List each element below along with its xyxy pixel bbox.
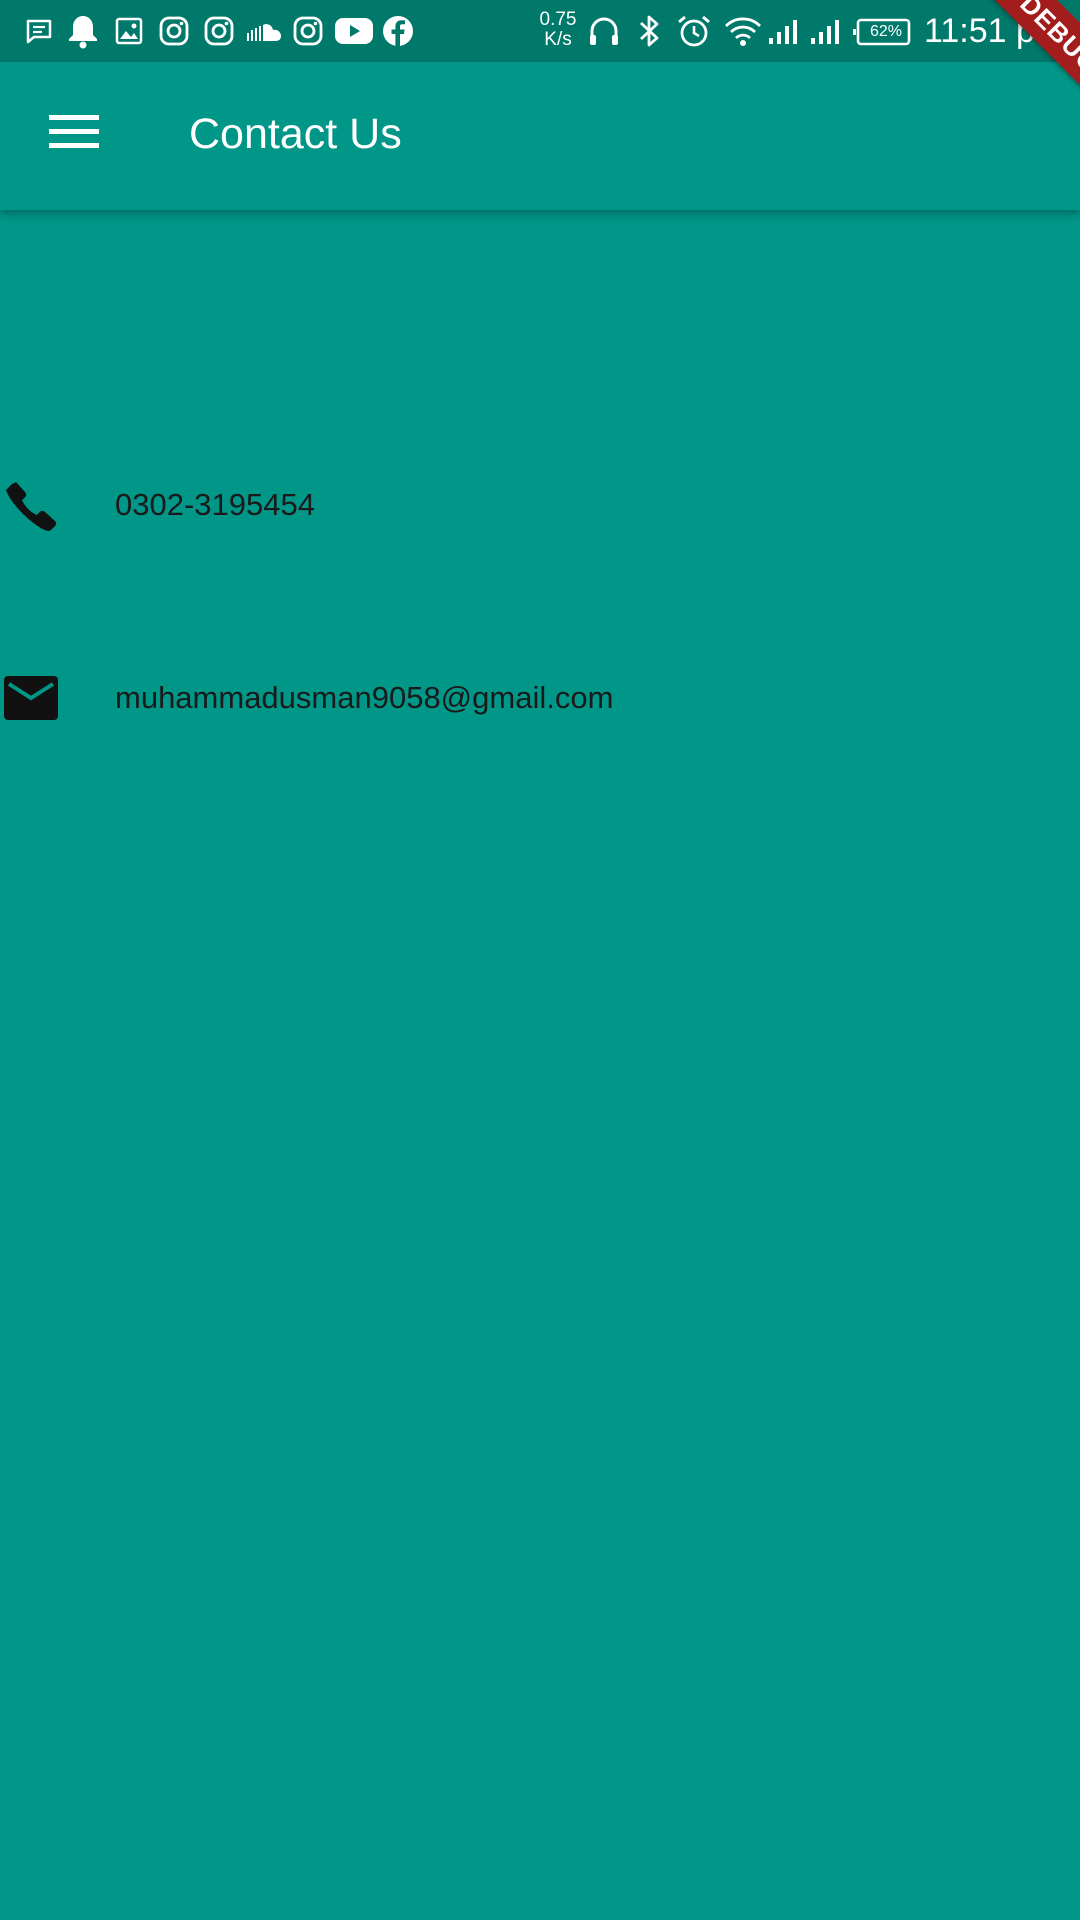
- battery-level: 62%: [869, 23, 903, 40]
- phone-number: 0302-3195454: [115, 487, 315, 522]
- network-speed-value: 0.75: [539, 9, 577, 30]
- email-icon: [0, 668, 60, 728]
- menu-icon: [49, 115, 99, 148]
- instagram-icon: [293, 16, 323, 46]
- headphones-icon: [590, 17, 618, 45]
- facebook-icon: [383, 16, 413, 46]
- status-bar: 0.75 K/s 62% 11:51 pm: [0, 0, 1080, 62]
- youtube-icon: [335, 18, 373, 44]
- soundcloud-icon: [247, 24, 281, 41]
- menu-button[interactable]: [33, 92, 115, 174]
- network-speed-unit: K/s: [544, 29, 572, 50]
- network-speed: 0.75 K/s: [535, 10, 581, 50]
- page-title: Contact Us: [189, 110, 402, 158]
- phone-icon: [0, 475, 60, 535]
- bell-icon: [69, 16, 97, 49]
- instagram-icon: [204, 16, 234, 46]
- message-icon: [26, 19, 52, 44]
- email-row[interactable]: muhammadusman9058@gmail.com: [0, 653, 1080, 743]
- phone-row[interactable]: 0302-3195454: [0, 460, 1080, 550]
- instagram-icon: [159, 16, 189, 46]
- app-bar: Contact Us: [0, 62, 1080, 210]
- signal-icon: [811, 20, 839, 44]
- image-icon: [115, 17, 143, 45]
- email-address: muhammadusman9058@gmail.com: [115, 680, 614, 715]
- bluetooth-icon: [640, 15, 659, 47]
- alarm-icon: [678, 15, 710, 47]
- signal-icon: [769, 20, 797, 44]
- wifi-icon: [725, 17, 761, 46]
